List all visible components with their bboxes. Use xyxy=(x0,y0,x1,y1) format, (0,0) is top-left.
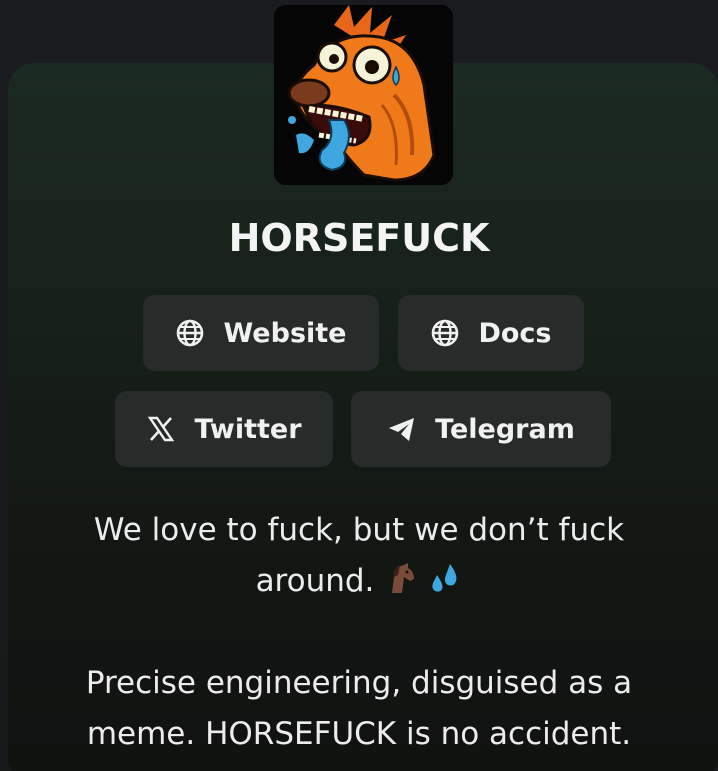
x-logo-icon xyxy=(146,414,176,444)
profile-name: HORSEFUCK xyxy=(228,216,490,260)
website-button-label: Website xyxy=(223,317,347,349)
bio-line-2: Precise engineering, disguised as a meme… xyxy=(85,665,633,752)
telegram-button-label: Telegram xyxy=(435,413,575,445)
avatar xyxy=(274,5,453,185)
sweat-droplets-emoji-icon xyxy=(428,560,462,611)
twitter-button[interactable]: Twitter xyxy=(115,391,333,467)
globe-icon xyxy=(430,318,460,348)
website-button[interactable]: Website xyxy=(143,295,379,371)
docs-button[interactable]: Docs xyxy=(398,295,584,371)
horse-avatar-icon xyxy=(274,5,453,185)
docs-button-label: Docs xyxy=(478,317,552,349)
page: HORSEFUCK Website Docs Twitter Telegram … xyxy=(0,0,718,771)
globe-icon xyxy=(175,318,205,348)
twitter-button-label: Twitter xyxy=(194,413,302,445)
bio-line-1-text: We love to fuck, but we don’t fuck aroun… xyxy=(93,512,625,599)
horse-emoji-icon xyxy=(384,560,418,611)
telegram-plane-icon xyxy=(387,414,417,444)
telegram-button[interactable]: Telegram xyxy=(351,391,611,467)
bio-line-1: We love to fuck, but we don’t fuck aroun… xyxy=(40,505,678,611)
